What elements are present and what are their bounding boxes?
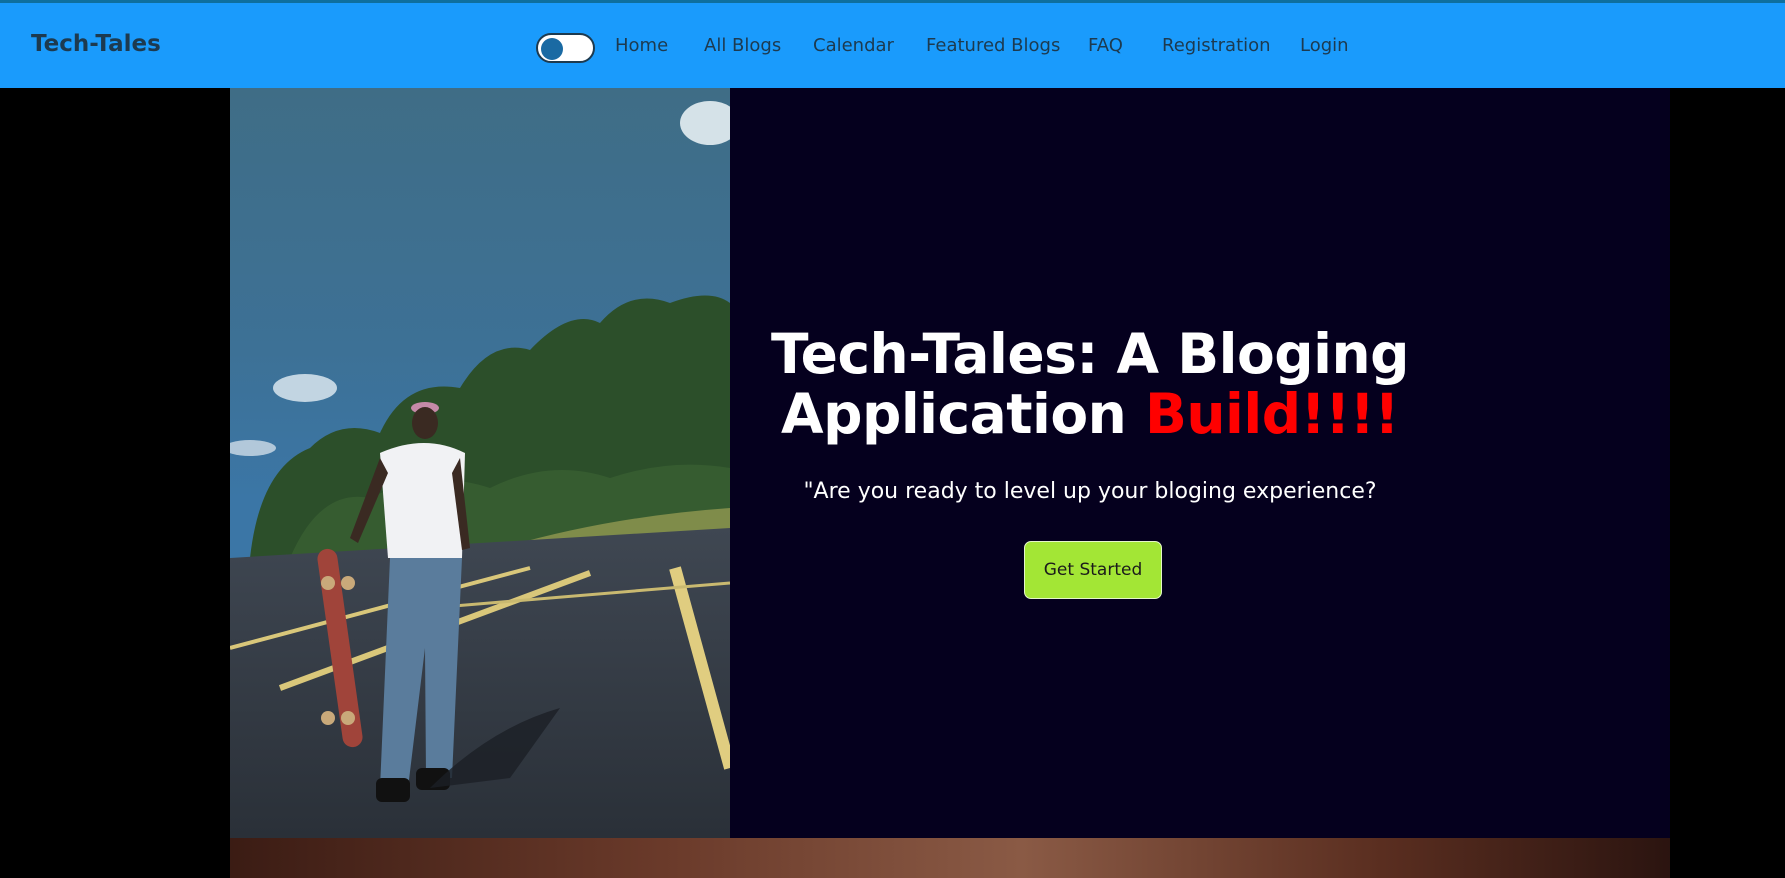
brand-logo-text[interactable]: Tech-Tales <box>31 31 161 57</box>
nav-link-home[interactable]: Home <box>615 35 668 56</box>
hero-photo <box>230 88 730 838</box>
theme-toggle-switch[interactable] <box>536 33 595 63</box>
nav-link-calendar[interactable]: Calendar <box>813 35 894 56</box>
hero-title: Tech-Tales: A Bloging Application Build!… <box>730 324 1450 444</box>
hero-content: Tech-Tales: A Bloging Application Build!… <box>730 88 1450 838</box>
nav-link-featured-blogs[interactable]: Featured Blogs <box>926 35 1060 56</box>
nav-link-registration[interactable]: Registration <box>1162 35 1271 56</box>
nav-link-faq[interactable]: FAQ <box>1088 35 1123 56</box>
hero-subtitle: "Are you ready to level up your bloging … <box>803 479 1377 504</box>
top-navbar: Tech-Tales Home All Blogs Calendar Featu… <box>0 0 1785 88</box>
toggle-knob-icon <box>541 38 563 60</box>
get-started-button[interactable]: Get Started <box>1024 541 1162 599</box>
next-section-banner <box>230 838 1670 878</box>
nav-link-login[interactable]: Login <box>1300 35 1349 56</box>
nav-link-all-blogs[interactable]: All Blogs <box>704 35 781 56</box>
hero-title-accent: Build!!!! <box>1144 382 1399 446</box>
hero-section: Tech-Tales: A Bloging Application Build!… <box>230 88 1670 838</box>
